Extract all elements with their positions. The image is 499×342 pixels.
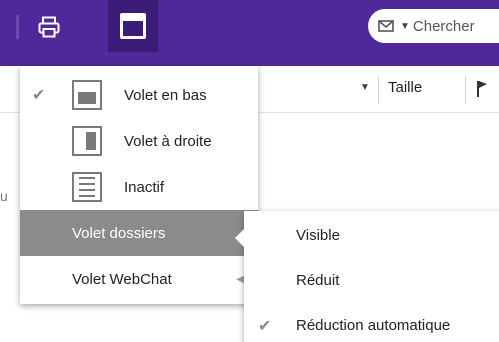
menu-item-label: Volet en bas <box>124 86 207 104</box>
menu-item-pane-bottom[interactable]: ✔ Volet en bas <box>20 72 258 118</box>
search-box[interactable]: ▼ Chercher <box>368 9 499 43</box>
window-layout-icon <box>120 13 146 39</box>
menu-item-label: Volet dossiers <box>72 224 166 242</box>
check-icon: ✔ <box>258 317 272 335</box>
toolbar-separator <box>16 15 19 39</box>
menu-item-pane-off[interactable]: Inactif <box>20 164 258 210</box>
toolbar: ▼ Chercher <box>0 0 499 66</box>
reading-pane-bottom-icon <box>72 80 102 110</box>
check-icon: ✔ <box>32 87 46 104</box>
search-scope-caret-icon[interactable]: ▼ <box>400 21 410 32</box>
submenu-item-label: Visible <box>296 227 340 244</box>
flag-icon[interactable] <box>476 80 488 98</box>
menu-item-label: Volet WebChat <box>72 270 172 288</box>
reading-pane-right-icon <box>72 126 102 156</box>
submenu-item-visible[interactable]: Visible <box>244 213 499 258</box>
menu-item-label: Volet à droite <box>124 132 212 150</box>
column-dropdown-caret-icon[interactable]: ▼ <box>360 82 370 93</box>
column-divider[interactable] <box>378 76 379 104</box>
menu-item-label: Inactif <box>124 178 165 196</box>
submenu-item-auto-reduce[interactable]: ✔ Réduction automatique <box>244 303 499 342</box>
reading-pane-menu: ✔ Volet en bas Volet à droite Inactif Vo… <box>20 66 258 304</box>
column-divider[interactable] <box>465 76 466 104</box>
submenu-item-reduced[interactable]: Réduit <box>244 258 499 303</box>
partial-text: u <box>0 188 8 204</box>
envelope-icon <box>378 20 394 32</box>
menu-item-folder-pane[interactable]: Volet dossiers <box>20 210 258 256</box>
folder-pane-submenu: Visible Réduit ✔ Réduction automatique <box>235 211 499 342</box>
printer-icon <box>38 16 60 38</box>
submenu-item-label: Réduction automatique <box>296 317 451 334</box>
submenu-item-label: Réduit <box>296 272 340 289</box>
search-input[interactable]: Chercher <box>413 18 475 35</box>
menu-item-pane-right[interactable]: Volet à droite <box>20 118 258 164</box>
submenu-arrow-icon: ◀ <box>236 274 244 285</box>
menu-item-webchat-pane[interactable]: Volet WebChat ◀ <box>20 256 258 302</box>
reading-pane-button[interactable] <box>108 0 158 52</box>
size-column-header[interactable]: Taille <box>388 79 422 96</box>
print-button[interactable] <box>26 4 72 50</box>
reading-pane-off-icon <box>72 172 102 202</box>
